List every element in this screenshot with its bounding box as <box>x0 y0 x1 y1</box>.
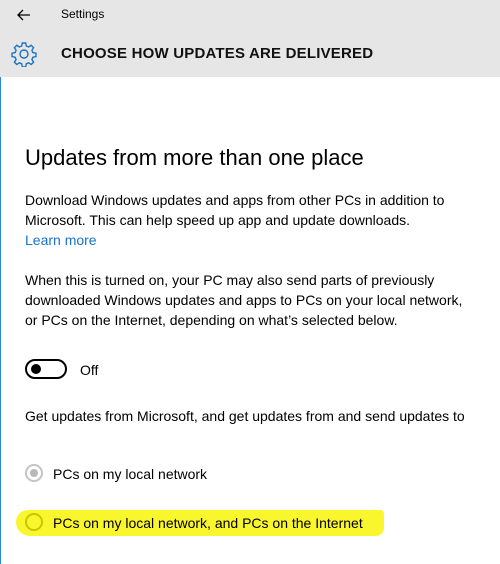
radio-label: PCs on my local network, and PCs on the … <box>53 515 363 531</box>
radio-button[interactable] <box>25 513 43 531</box>
radio-label: PCs on my local network <box>53 466 208 482</box>
section-title: Updates from more than one place <box>25 145 364 170</box>
learn-more-link[interactable]: Learn more <box>25 230 97 250</box>
radio-option-local-and-internet[interactable]: PCs on my local network, and PCs on the … <box>25 512 485 534</box>
gear-icon <box>11 42 37 67</box>
window-border <box>0 0 1 564</box>
toggle-knob <box>31 364 41 374</box>
radio-group-prompt: Get updates from Microsoft, and get upda… <box>25 408 465 424</box>
toggle-state-label: Off <box>80 362 99 378</box>
radio-button[interactable] <box>25 464 43 482</box>
back-arrow-icon <box>17 9 30 21</box>
back-button[interactable] <box>9 1 39 29</box>
sharing-note-text: When this is turned on, your PC may also… <box>25 272 463 328</box>
page-header: CHOOSE HOW UPDATES ARE DELIVERED <box>0 30 500 77</box>
settings-window: Settings CHOOSE HOW UPDATES ARE DELIVERE… <box>0 0 500 564</box>
description-text: Download Windows updates and apps from o… <box>25 192 445 228</box>
radio-dot <box>30 469 38 477</box>
window-title: Settings <box>61 7 105 21</box>
radio-option-local-network[interactable]: PCs on my local network <box>25 463 485 485</box>
title-bar: Settings <box>0 0 500 30</box>
updates-toggle-switch[interactable] <box>25 359 67 379</box>
page-title: CHOOSE HOW UPDATES ARE DELIVERED <box>61 45 374 62</box>
